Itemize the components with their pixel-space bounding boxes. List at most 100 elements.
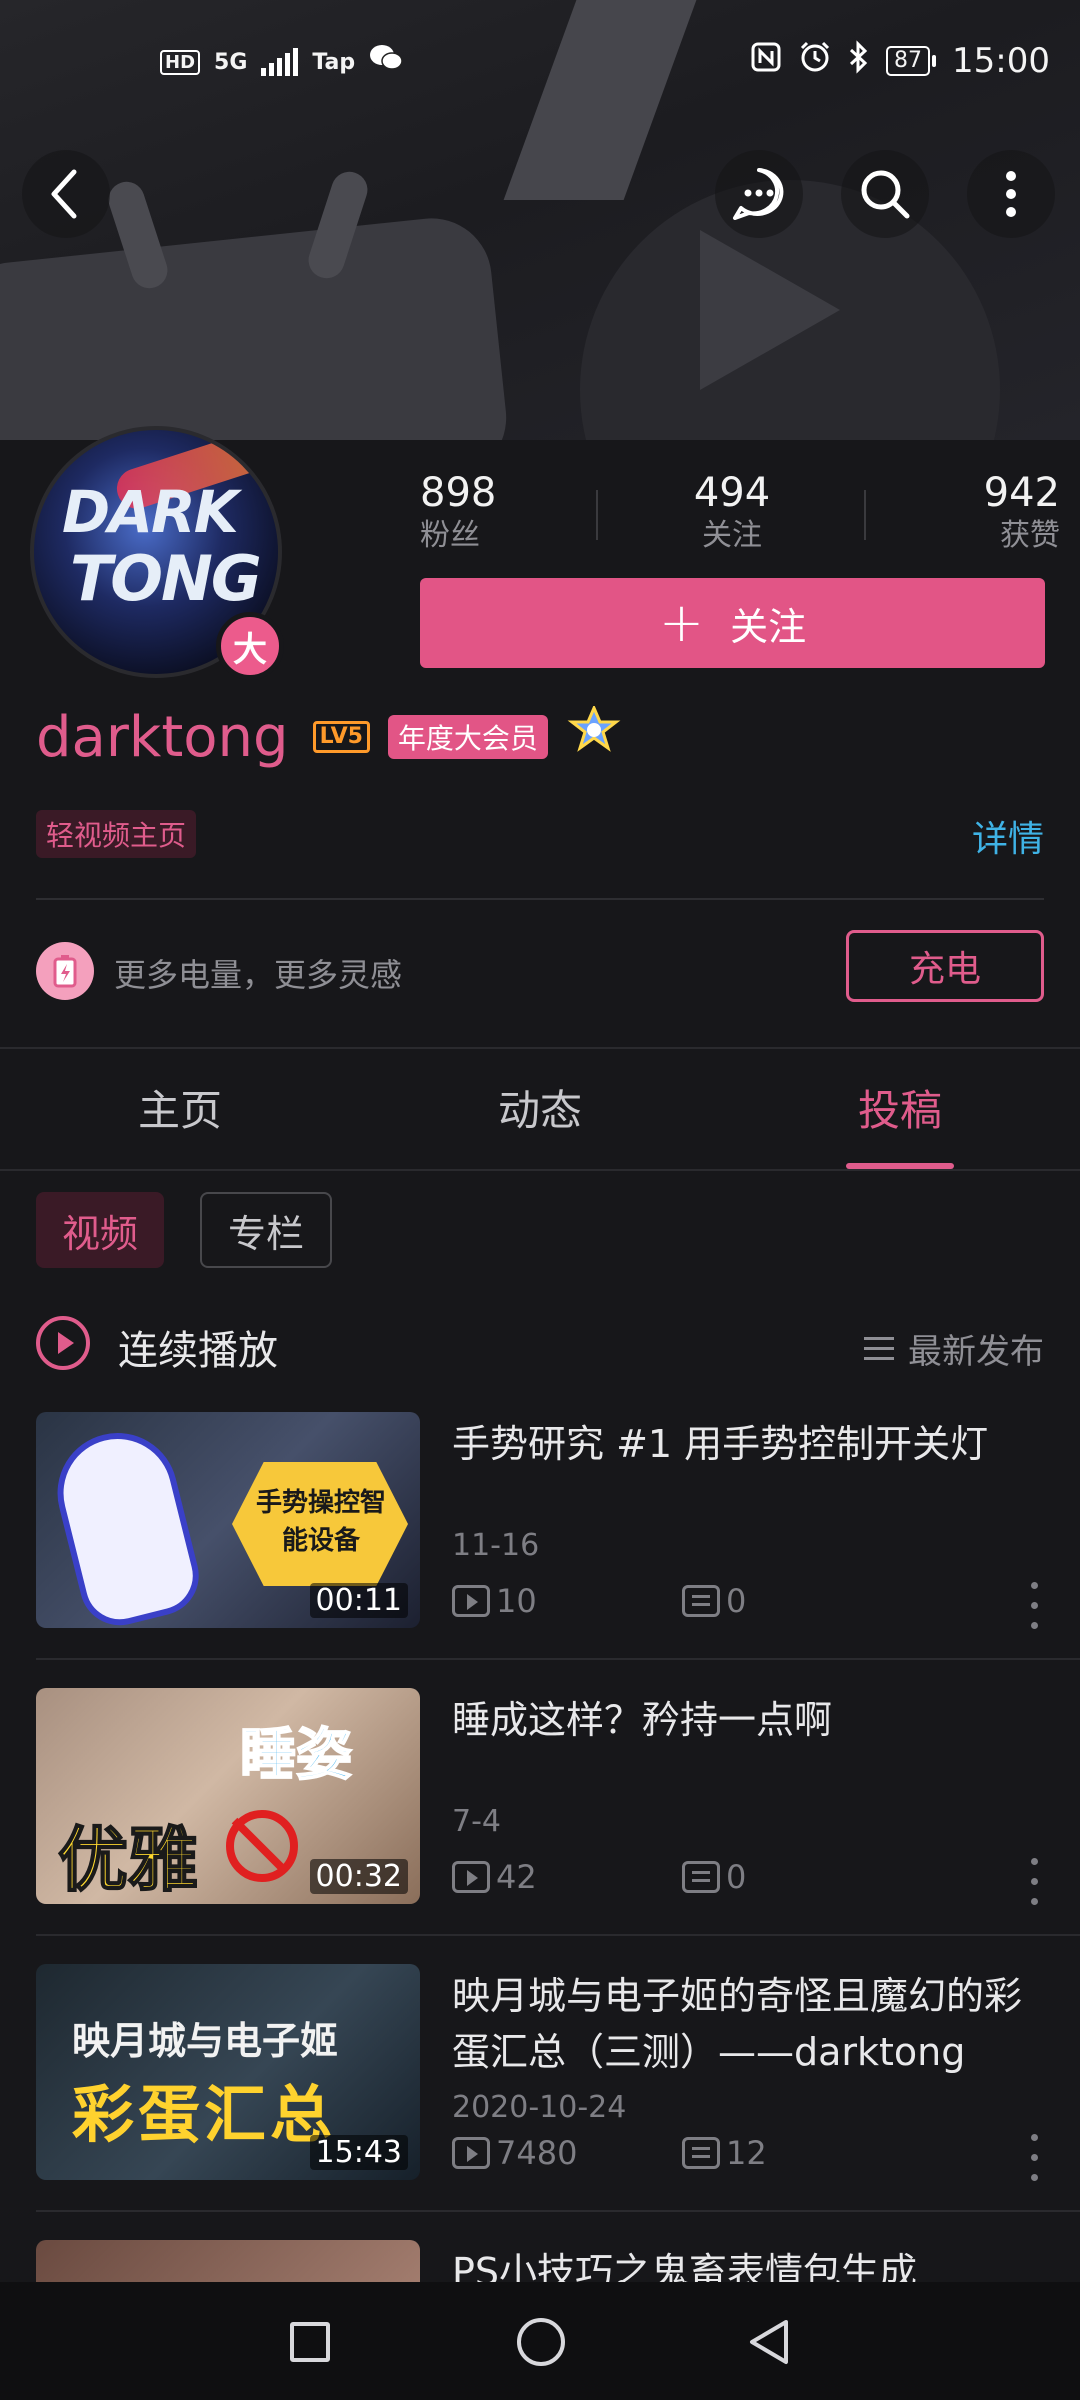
- fans-label: 粉丝: [420, 518, 480, 553]
- fans-count: 898: [420, 470, 497, 516]
- big-member-badge: 大: [216, 612, 284, 680]
- view-count: 10: [496, 1582, 537, 1620]
- video-title[interactable]: 映月城与电子姬的奇怪且魔幻的彩蛋汇总（三测）——darktong: [452, 1968, 1042, 2080]
- sort-button[interactable]: 最新发布: [864, 1324, 1044, 1373]
- thumbnail-text: 彩蛋汇总: [72, 2078, 337, 2151]
- thumbnail-text: 睡姿: [239, 1722, 353, 1789]
- follow-button[interactable]: + 关注: [420, 578, 1045, 668]
- view-count: 42: [496, 1858, 537, 1896]
- play-circle-icon[interactable]: [36, 1316, 90, 1370]
- plus-icon: +: [658, 591, 705, 654]
- likes-stat[interactable]: 942 获赞: [900, 470, 1060, 556]
- status-right: 87 15:00: [750, 40, 1050, 82]
- more-options-icon[interactable]: [1028, 2134, 1040, 2182]
- video-title[interactable]: PS小技巧之鬼畜表情包生成: [452, 2244, 1042, 2282]
- list-item[interactable]: 映月城与电子姬 彩蛋汇总 15:43 映月城与电子姬的奇怪且魔幻的彩蛋汇总（三测…: [36, 1964, 1044, 2182]
- list-item[interactable]: 手势操控智能设备 00:11 手势研究 #1 用手势控制开关灯 11-16 10…: [36, 1412, 1044, 1630]
- username: darktong: [36, 704, 289, 770]
- signal-icon: [261, 48, 299, 76]
- video-meta: 10 0: [452, 1582, 746, 1620]
- subtab-bar: 视频 专栏: [36, 1192, 333, 1268]
- more-options-icon[interactable]: [1028, 1582, 1040, 1630]
- battery-charge-icon: [36, 942, 94, 1000]
- video-thumbnail[interactable]: 睡姿 优雅 00:32: [36, 1688, 420, 1904]
- banner-art: [0, 212, 513, 440]
- video-title[interactable]: 睡成这样？矜持一点啊: [452, 1692, 1042, 1748]
- play-count-icon: [452, 1585, 490, 1617]
- continuous-play-row: 连续播放 最新发布: [36, 1310, 1044, 1374]
- more-options-icon[interactable]: [1028, 1858, 1040, 1906]
- clock: 15:00: [952, 41, 1050, 81]
- comment-count: 0: [726, 1858, 747, 1896]
- level-badge: LV5: [312, 721, 370, 753]
- stat-divider: [596, 490, 598, 540]
- battery-level: 87: [886, 46, 931, 76]
- tab-indicator: [846, 1163, 954, 1169]
- tab-bar: 主页 动态 投稿: [0, 1047, 1080, 1171]
- list-icon: [864, 1336, 894, 1361]
- play-count-icon: [452, 1861, 490, 1893]
- subtab-video[interactable]: 视频: [36, 1192, 165, 1268]
- hand-icon: [44, 1420, 208, 1628]
- divider: [36, 898, 1044, 900]
- fans-stat[interactable]: 898 粉丝: [420, 470, 580, 556]
- sort-label: 最新发布: [908, 1332, 1044, 1372]
- comment-count: 0: [726, 1582, 747, 1620]
- video-thumbnail[interactable]: 手势操控智能设备 00:11: [36, 1412, 420, 1628]
- following-stat[interactable]: 494 关注: [652, 470, 812, 556]
- more-icon: [1006, 171, 1016, 217]
- chat-icon: [733, 168, 784, 220]
- detail-link[interactable]: 详情: [972, 810, 1044, 862]
- charge-text: 更多电量，更多灵感: [114, 956, 403, 994]
- thumbnail-text: 手势操控智能设备: [255, 1488, 386, 1556]
- comment-count: 12: [726, 2134, 767, 2172]
- stats: 898 粉丝 494 关注 942 获赞: [420, 470, 1060, 560]
- vip-badge[interactable]: 年度大会员: [387, 715, 548, 759]
- list-item[interactable]: PS小技巧之鬼畜表情包生成: [36, 2240, 1044, 2282]
- more-button[interactable]: [967, 150, 1055, 238]
- video-list: 手势操控智能设备 00:11 手势研究 #1 用手势控制开关灯 11-16 10…: [0, 1412, 1080, 2282]
- back-nav-icon[interactable]: [746, 2318, 794, 2366]
- banner-art: [503, 0, 697, 200]
- thumbnail-text: 优雅: [57, 1818, 199, 1902]
- continuous-play-label[interactable]: 连续播放: [118, 1318, 278, 1376]
- wechat-icon: [369, 44, 403, 80]
- nfc-icon: [750, 41, 782, 81]
- video-duration: 00:32: [309, 1859, 408, 1894]
- video-duration: 15:43: [309, 2135, 408, 2170]
- recent-apps-icon[interactable]: [290, 2322, 330, 2362]
- video-thumbnail[interactable]: [36, 2240, 420, 2282]
- stat-divider: [864, 490, 866, 540]
- username-row: darktong LV5 年度大会员: [36, 702, 622, 772]
- following-label: 关注: [702, 518, 762, 553]
- likes-label: 获赞: [1000, 518, 1060, 553]
- profile-section: DARK TONG 大 898 粉丝 494 关注 942 获赞 + 关注 da…: [0, 426, 1080, 1050]
- divider: [36, 1934, 1080, 1936]
- banner-art: [700, 230, 840, 390]
- light-video-tag[interactable]: 轻视频主页: [36, 810, 197, 858]
- subtab-column[interactable]: 专栏: [200, 1192, 333, 1268]
- list-item[interactable]: 睡姿 优雅 00:32 睡成这样？矜持一点啊 7-4 42 0: [36, 1688, 1044, 1906]
- video-title[interactable]: 手势研究 #1 用手势控制开关灯: [452, 1416, 1042, 1472]
- tab-uploads[interactable]: 投稿: [780, 1077, 1020, 1138]
- home-icon[interactable]: [517, 2318, 565, 2366]
- system-nav-bar: [0, 2282, 1080, 2400]
- danmaku-icon: [682, 1861, 720, 1893]
- video-date: 7-4: [452, 1804, 501, 1839]
- thumbnail-text: 映月城与电子姬: [72, 2019, 339, 2063]
- tab-dynamic[interactable]: 动态: [420, 1077, 660, 1138]
- video-date: 2020-10-24: [452, 2090, 627, 2125]
- medal-icon[interactable]: [566, 703, 622, 769]
- search-button[interactable]: [841, 150, 929, 238]
- back-button[interactable]: [22, 150, 110, 238]
- tab-home[interactable]: 主页: [60, 1077, 300, 1138]
- status-bar: HD 5G Tap 87 15:00: [0, 40, 1080, 96]
- danmaku-icon: [682, 1585, 720, 1617]
- alarm-icon: [798, 40, 832, 82]
- video-thumbnail[interactable]: 映月城与电子姬 彩蛋汇总 15:43: [36, 1964, 420, 2180]
- prohibited-icon: [226, 1810, 298, 1882]
- message-button[interactable]: [715, 150, 803, 238]
- bluetooth-icon: [848, 40, 870, 82]
- charge-button[interactable]: 充电: [846, 930, 1044, 1002]
- profile-banner: HD 5G Tap 87 15:00: [0, 0, 1080, 440]
